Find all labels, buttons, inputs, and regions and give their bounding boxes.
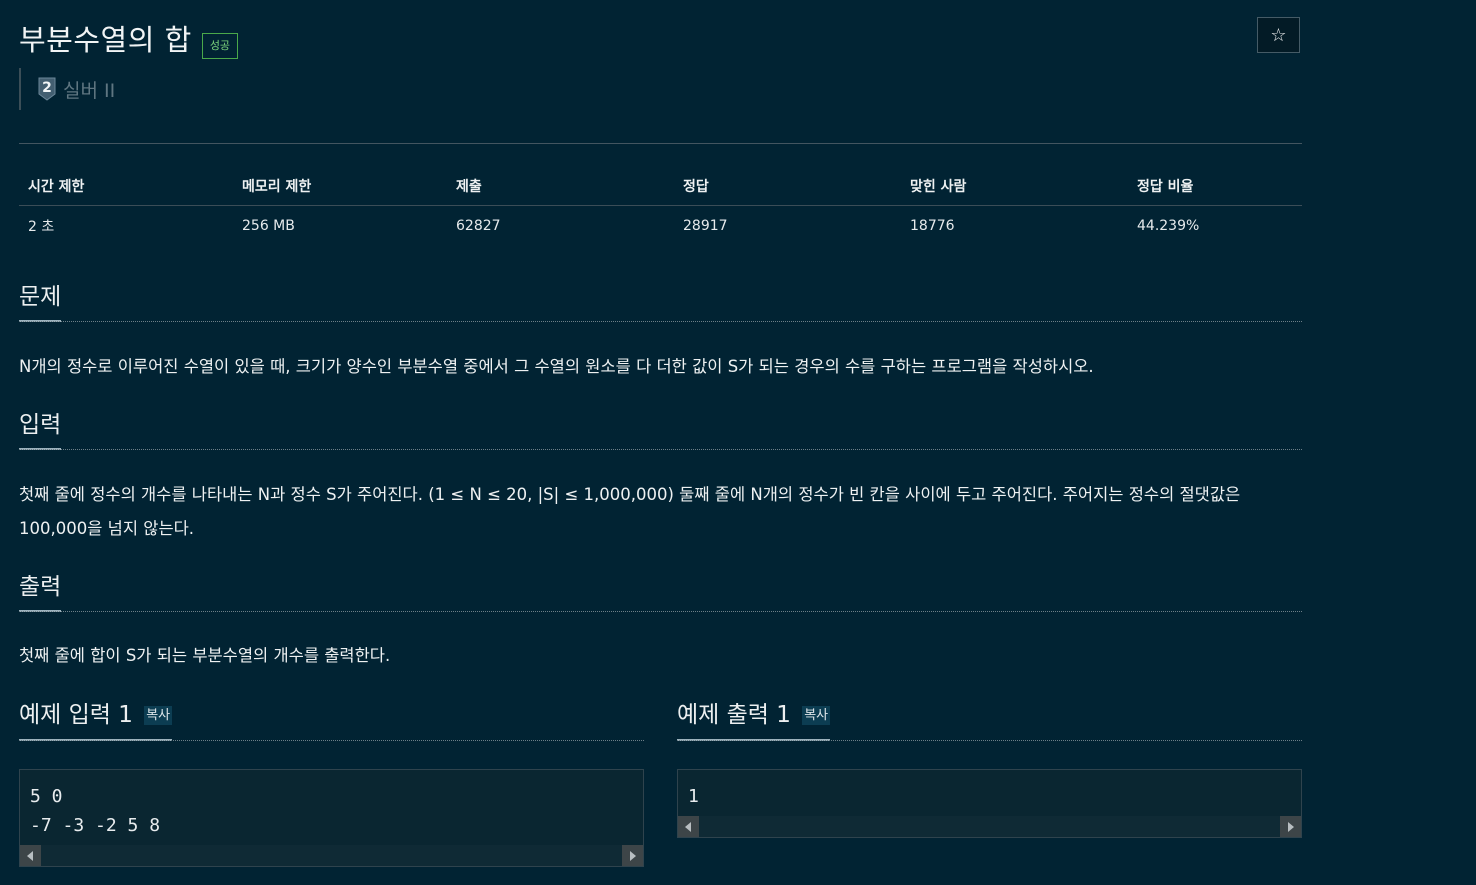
memory-limit-value: 256 MB (242, 218, 295, 234)
arrow-right-icon (1288, 822, 1294, 832)
horizontal-scrollbar[interactable] (20, 845, 643, 866)
scroll-right-button[interactable] (622, 845, 643, 866)
description-text: N개의 정수로 이루어진 수열이 있을 때, 크기가 양수인 부분수열 중에서 … (19, 357, 1094, 376)
table-header-row: 시간 제한 메모리 제한 제출 정답 맞힌 사람 정답 비율 (19, 167, 1302, 206)
sample-input-heading: 예제 입력 1 복사 (19, 700, 173, 741)
arrow-right-icon (630, 851, 636, 861)
time-limit-value: 2 초 (28, 219, 55, 235)
output-section-header: 출력 (19, 572, 1302, 612)
copy-button[interactable]: 복사 (802, 706, 831, 725)
silver-tier-icon: 2 (38, 77, 56, 101)
sample-input-body: 5 0 -7 -3 -2 5 8 (30, 786, 161, 836)
sample-output-box[interactable]: 1 (677, 769, 1302, 838)
memory-limit-header: 메모리 제한 (233, 167, 447, 206)
scroll-left-button[interactable] (678, 816, 699, 837)
divider (19, 143, 1302, 144)
tier-label: 실버 II (63, 79, 116, 102)
input-section-header: 입력 (19, 410, 1302, 450)
scroll-left-button[interactable] (20, 845, 41, 866)
divider (19, 321, 1302, 322)
problem-title: 부분수열의 합 (19, 23, 192, 57)
sample-input-1: 예제 입력 1 복사 5 0 -7 -3 -2 5 8 (19, 700, 644, 867)
title-row: 부분수열의 합 성공 (19, 16, 239, 60)
output-text: 첫째 줄에 합이 S가 되는 부분수열의 개수를 출력한다. (19, 646, 391, 665)
divider (677, 740, 1302, 741)
arrow-left-icon (27, 851, 33, 861)
divider (19, 449, 1302, 450)
sample-input-box[interactable]: 5 0 -7 -3 -2 5 8 (19, 769, 644, 867)
accept-ratio-value: 44.239% (1137, 218, 1200, 234)
accepted-value: 28917 (683, 218, 728, 234)
accept-ratio-header: 정답 비율 (1128, 167, 1302, 206)
status-badge: 성공 (201, 33, 239, 59)
horizontal-scrollbar[interactable] (678, 816, 1301, 837)
sample-output-title: 예제 출력 1 (677, 702, 791, 728)
divider (19, 611, 1302, 612)
accepted-header: 정답 (674, 167, 901, 206)
table-row: 2 초 256 MB 62827 28917 18776 44.239% (19, 206, 1302, 247)
divider (19, 740, 644, 741)
submissions-header: 제출 (447, 167, 674, 206)
time-limit-header: 시간 제한 (19, 167, 233, 206)
favorite-button[interactable]: ☆ (1257, 17, 1300, 53)
scroll-right-button[interactable] (1280, 816, 1301, 837)
tier-number: 2 (42, 80, 52, 96)
solved-users-value: 18776 (910, 218, 955, 234)
solved-users-header: 맞힌 사람 (901, 167, 1128, 206)
sample-output-body: 1 (688, 786, 699, 807)
input-heading: 입력 (19, 410, 62, 450)
sample-input-title: 예제 입력 1 (19, 702, 133, 728)
tier-info: 2 실버 II (19, 68, 419, 110)
sample-output-heading: 예제 출력 1 복사 (677, 700, 831, 741)
output-heading: 출력 (19, 572, 62, 612)
star-icon: ☆ (1270, 24, 1287, 46)
description-section-header: 문제 (19, 282, 1302, 322)
description-heading: 문제 (19, 282, 62, 322)
copy-button[interactable]: 복사 (144, 706, 173, 725)
sample-output-1: 예제 출력 1 복사 1 (677, 700, 1302, 838)
input-text: 첫째 줄에 정수의 개수를 나타내는 N과 정수 S가 주어진다. (1 ≤ N… (19, 485, 1241, 538)
submissions-value[interactable]: 62827 (447, 206, 674, 247)
problem-info-table: 시간 제한 메모리 제한 제출 정답 맞힌 사람 정답 비율 2 초 256 M… (19, 167, 1302, 246)
arrow-left-icon (685, 822, 691, 832)
